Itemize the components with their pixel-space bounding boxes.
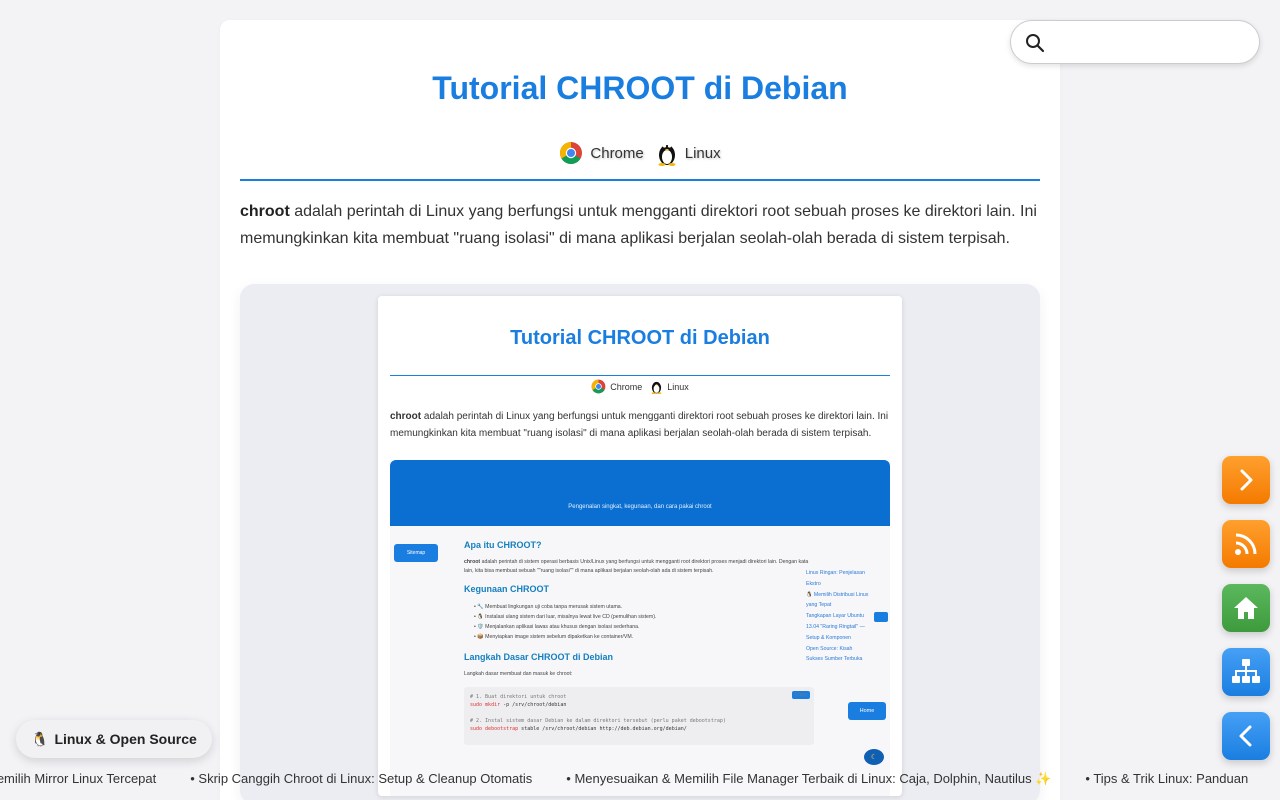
list-item: • 📦 Menyiapkan image sistem sebelum dipa…: [474, 634, 634, 640]
chrome-icon: [560, 142, 583, 164]
preview-hero-subtitle: Pengenalan singkat, kegunaan, dan cara p…: [568, 504, 712, 510]
tag-label: Linux: [684, 144, 721, 162]
preview-dark-mode-icon: ☾: [864, 749, 884, 765]
preview-intro-keyword: chroot: [390, 411, 422, 422]
preview-steps-text: Langkah dasar membuat dan masuk ke chroo…: [464, 671, 573, 677]
tux-penguin-icon: [658, 144, 676, 166]
chevron-right-icon: [1240, 469, 1253, 491]
preview-tag-list: Chrome Linux: [378, 379, 902, 394]
preview-tag-chrome: Chrome: [591, 379, 642, 394]
preview-nested-page: Pengenalan singkat, kegunaan, dan cara p…: [390, 460, 890, 796]
next-button[interactable]: [1222, 456, 1270, 504]
list-item: • 🔧 Membuat lingkungan uji coba tanpa me…: [474, 604, 623, 610]
code-line: # 2. Instal sistem dasar Debian ke dalam…: [470, 718, 726, 724]
sidebar-link: Linux Ringan: Penjelasan: [806, 570, 865, 576]
category-badge[interactable]: 🐧 Linux & Open Source: [16, 720, 212, 758]
intro-keyword: chroot: [240, 203, 290, 220]
preview-what-text: chroot adalah perintah di sistem operasi…: [464, 558, 814, 576]
title-divider: [240, 179, 1040, 181]
tag-list: Chrome Linux: [220, 140, 1060, 166]
preview-title: Tutorial CHROOT di Debian: [510, 327, 770, 349]
preview-heading-steps: Langkah Dasar CHROOT di Debian: [464, 652, 614, 662]
back-button[interactable]: [1222, 712, 1270, 760]
chrome-icon: [591, 379, 606, 394]
sidebar-link: 13.04 "Raring Ringtail" —: [806, 623, 865, 630]
search-icon[interactable]: [1025, 33, 1045, 53]
sidebar-link: Sukses Sumber Terbuka: [806, 656, 863, 663]
preview-copy-button: Copy: [792, 691, 810, 699]
preview-tag-linux: Linux: [650, 379, 689, 394]
code-keyword: sudo debootstrap: [470, 726, 519, 732]
page-preview-screenshot: Tutorial CHROOT di Debian Chrome Linux c…: [378, 296, 902, 796]
preview-divider: [390, 375, 890, 376]
sidebar-link: Setup & Komponen: [806, 634, 851, 641]
tag-linux[interactable]: Linux: [656, 140, 721, 166]
list-item: • 🛡️ Menjalankan aplikasi lawas atau khu…: [474, 624, 640, 630]
intro-text: adalah perintah di Linux yang berfungsi …: [240, 203, 1037, 247]
preview-sitemap-button: Sitemap: [394, 544, 438, 562]
preview-heading-what: Apa itu CHROOT?: [464, 540, 542, 550]
sidebar-link: 🐧 Memilih Distribusi Linux: [806, 591, 869, 598]
category-badge-label: Linux & Open Source: [54, 731, 197, 747]
list-item-text: 🐧 Instalasi ulang sistem dari luar, misa…: [477, 614, 657, 620]
ticker-item[interactable]: • Skrip Canggih Chroot di Linux: Setup &…: [190, 770, 532, 788]
rss-button[interactable]: [1222, 520, 1270, 568]
search-box: [1010, 20, 1260, 64]
code-args: -p /srv/chroot/debian: [500, 702, 567, 708]
preview-intro-text: adalah perintah di Linux yang berfungsi …: [390, 411, 889, 439]
preview-uses-list: • 🔧 Membuat lingkungan uji coba tanpa me…: [474, 602, 814, 642]
list-item: • 🐧 Instalasi ulang sistem dari luar, mi…: [474, 614, 657, 620]
page-title: Tutorial CHROOT di Debian: [432, 70, 848, 106]
sidebar-link: yang Tepat: [806, 602, 832, 609]
preview-code-block: # 1. Buat direktori untuk chroot sudo mk…: [464, 687, 814, 745]
penguin-icon: 🐧: [31, 730, 49, 747]
list-item-text: 📦 Menyiapkan image sistem sebelum dipake…: [477, 634, 634, 640]
sidebar-link: Open Source: Kisah: [806, 645, 853, 652]
preview-home-button: Home: [848, 702, 886, 720]
list-item-text: 🔧 Membuat lingkungan uji coba tanpa meru…: [477, 604, 623, 610]
list-item-text: 🛡️ Menjalankan aplikasi lawas atau khusu…: [477, 624, 640, 630]
ticker-item[interactable]: Memilih Mirror Linux Tercepat: [0, 770, 156, 788]
intro-paragraph: chroot adalah perintah di Linux yang ber…: [240, 198, 1040, 252]
code-line: sudo debootstrap stable /srv/chroot/debi…: [470, 725, 808, 733]
sitemap-button[interactable]: [1222, 648, 1270, 696]
tux-penguin-icon: [651, 381, 662, 394]
page-preview-container: Tutorial CHROOT di Debian Chrome Linux c…: [240, 284, 1040, 800]
preview-sidebar-toggle: [874, 612, 888, 622]
tag-chrome[interactable]: Chrome: [559, 141, 644, 165]
home-icon: [1234, 597, 1258, 619]
preview-tag-label: Chrome: [610, 381, 643, 392]
article-card: Tutorial CHROOT di Debian Chrome Linux c…: [220, 20, 1060, 800]
home-button[interactable]: [1222, 584, 1270, 632]
rss-icon: [1235, 533, 1257, 555]
preview-what-keyword: chroot: [464, 559, 481, 565]
sidebar-link: Ekstro: [806, 580, 821, 587]
preview-intro: chroot adalah perintah di Linux yang ber…: [390, 408, 890, 442]
chevron-left-icon: [1239, 725, 1252, 747]
code-line: sudo mkdir -p /srv/chroot/debian: [470, 701, 808, 709]
code-line: # 1. Buat direktori untuk chroot: [470, 694, 567, 700]
tag-label: Chrome: [590, 144, 644, 162]
preview-what-body: adalah perintah di sistem operasi berbas…: [464, 559, 809, 574]
code-keyword: sudo mkdir: [470, 702, 501, 708]
preview-hero-banner: Pengenalan singkat, kegunaan, dan cara p…: [390, 460, 890, 526]
ticker-item[interactable]: • Menyesuaikan & Memilih File Manager Te…: [566, 770, 1051, 788]
preview-heading-uses: Kegunaan CHROOT: [464, 584, 550, 594]
preview-tag-label: Linux: [667, 381, 689, 392]
search-input[interactable]: [1055, 29, 1251, 57]
code-args: stable /srv/chroot/debian http://deb.deb…: [518, 726, 687, 732]
ticker-item[interactable]: • Tips & Trik Linux: Panduan: [1085, 770, 1248, 788]
preview-main-content: Apa itu CHROOT? chroot adalah perintah d…: [464, 540, 814, 745]
sitemap-icon: [1232, 659, 1260, 683]
news-ticker: Memilih Mirror Linux Tercepat • Skrip Ca…: [0, 770, 1280, 790]
